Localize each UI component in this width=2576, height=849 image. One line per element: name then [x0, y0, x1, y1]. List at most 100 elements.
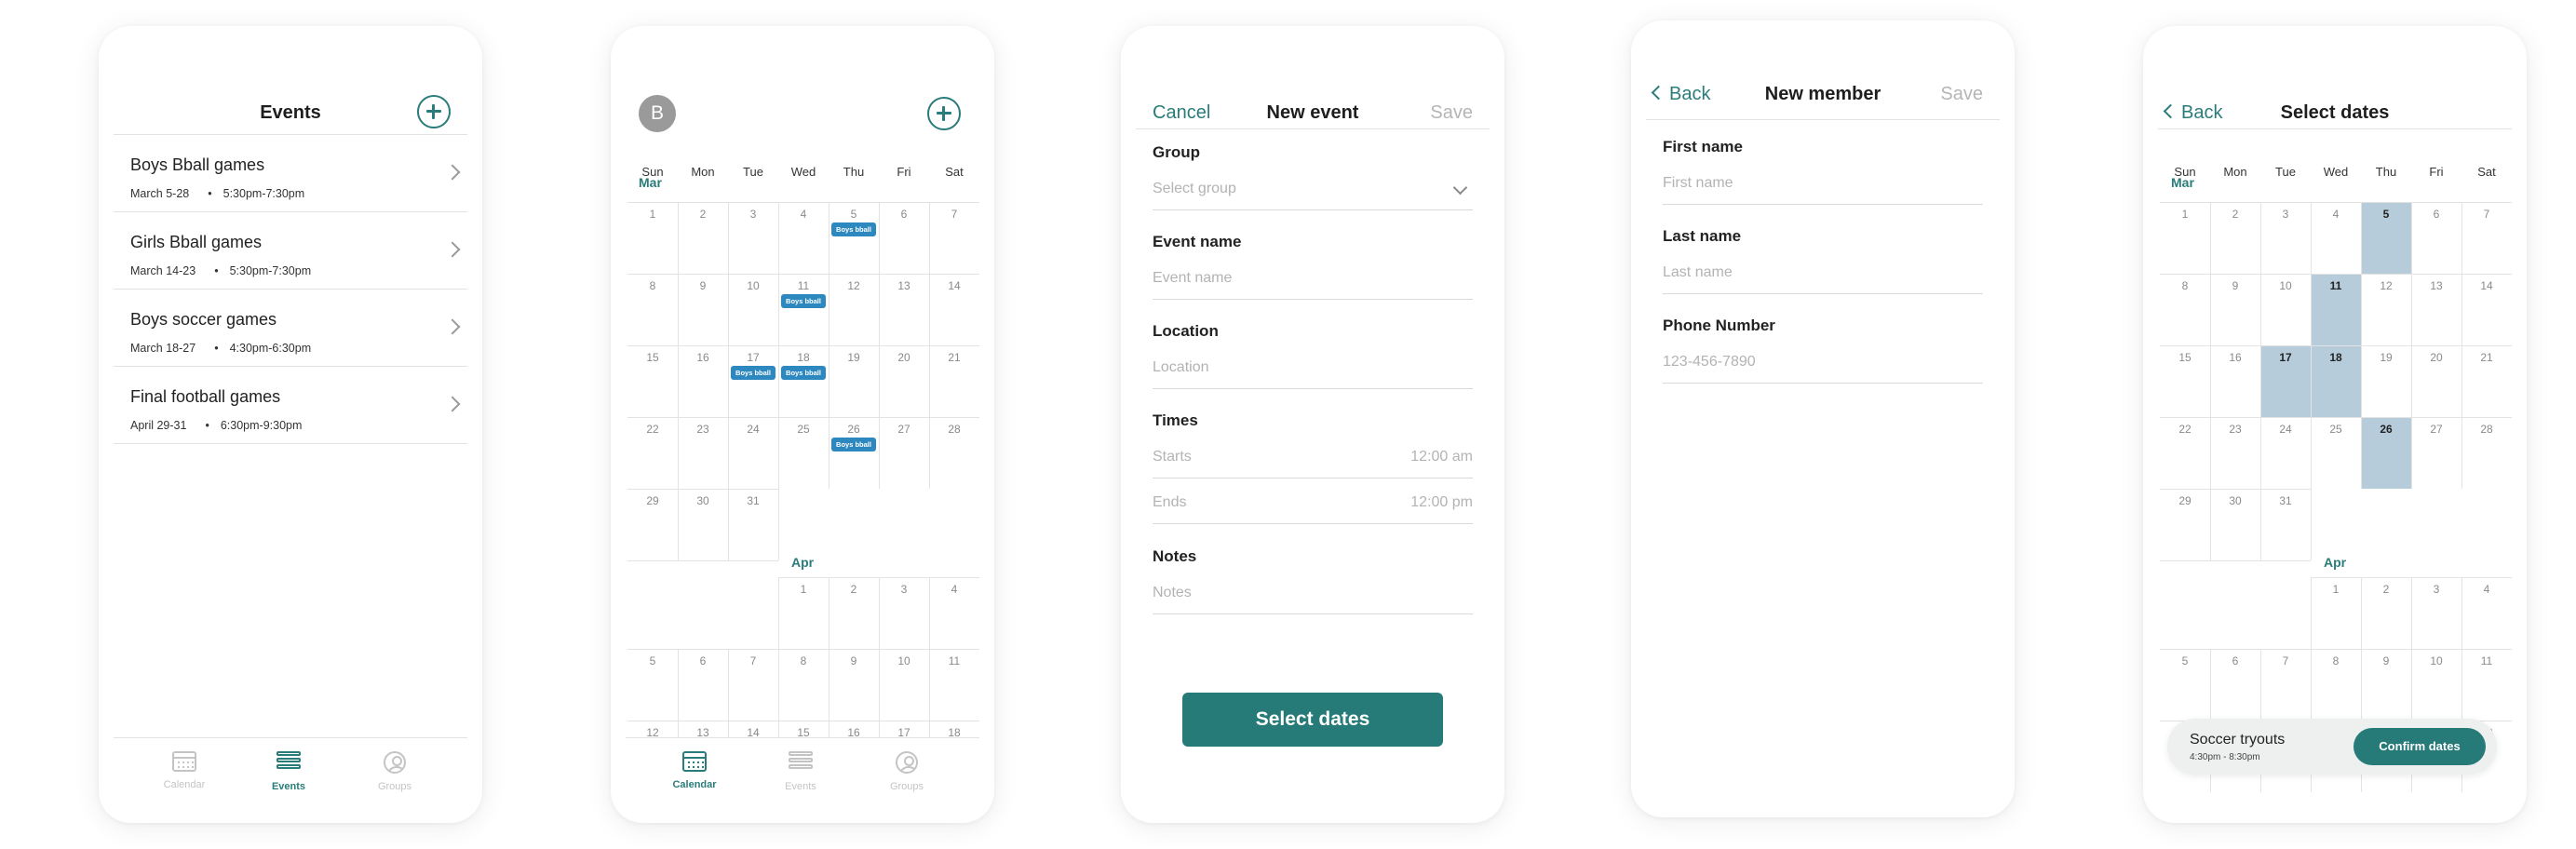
- day-cell[interactable]: 10: [728, 279, 778, 292]
- tab-calendar[interactable]: Calendar: [147, 748, 222, 790]
- day-cell[interactable]: 27: [879, 423, 929, 436]
- day-cell[interactable]: 10: [2260, 279, 2311, 292]
- day-cell[interactable]: 3: [879, 583, 929, 596]
- day-cell[interactable]: 7: [929, 208, 979, 221]
- day-cell[interactable]: 8: [627, 279, 678, 292]
- list-item[interactable]: Boys soccer games March 18-27 • 4:30pm-6:3…: [114, 290, 467, 367]
- day-cell[interactable]: 6: [2210, 654, 2260, 667]
- save-button[interactable]: Save: [1430, 102, 1473, 124]
- day-cell[interactable]: 16: [678, 351, 728, 364]
- day-cell[interactable]: 2: [829, 583, 879, 596]
- day-cell[interactable]: 3: [2260, 208, 2311, 221]
- day-cell[interactable]: 10: [2411, 654, 2461, 667]
- day-cell[interactable]: 7: [2461, 208, 2512, 221]
- day-cell[interactable]: 7: [728, 654, 778, 667]
- day-cell[interactable]: 5: [2361, 208, 2411, 221]
- day-cell[interactable]: 24: [2260, 423, 2311, 436]
- tab-calendar[interactable]: Calendar: [657, 748, 732, 790]
- day-cell[interactable]: 16: [2210, 351, 2260, 364]
- day-cell[interactable]: 4: [2311, 208, 2361, 221]
- event-chip[interactable]: Boys bball: [731, 366, 775, 380]
- day-cell[interactable]: 18: [778, 351, 829, 364]
- day-cell[interactable]: 23: [2210, 423, 2260, 436]
- day-cell[interactable]: 5: [829, 208, 879, 221]
- day-cell[interactable]: 4: [778, 208, 829, 221]
- day-cell[interactable]: 11: [929, 654, 979, 667]
- day-cell[interactable]: 21: [2461, 351, 2512, 364]
- day-cell[interactable]: 8: [2160, 279, 2210, 292]
- day-cell[interactable]: 18: [2311, 351, 2361, 364]
- last-name-field[interactable]: Last name: [1663, 264, 1983, 294]
- location-field[interactable]: Location: [1153, 359, 1473, 389]
- day-cell[interactable]: 9: [2210, 279, 2260, 292]
- day-cell[interactable]: 4: [929, 583, 979, 596]
- day-cell[interactable]: 28: [929, 423, 979, 436]
- day-cell[interactable]: 6: [2411, 208, 2461, 221]
- event-chip[interactable]: Boys bball: [781, 366, 826, 380]
- tab-groups[interactable]: Groups: [357, 748, 432, 792]
- day-cell[interactable]: 24: [728, 423, 778, 436]
- day-cell[interactable]: 11: [778, 279, 829, 292]
- day-cell[interactable]: 1: [2311, 583, 2361, 596]
- event-chip[interactable]: Boys bball: [781, 294, 826, 308]
- day-cell[interactable]: 31: [728, 494, 778, 507]
- day-cell[interactable]: 19: [2361, 351, 2411, 364]
- day-cell[interactable]: 29: [2160, 494, 2210, 507]
- day-cell[interactable]: 17: [728, 351, 778, 364]
- group-select[interactable]: Select group: [1153, 180, 1473, 210]
- day-cell[interactable]: 17: [2260, 351, 2311, 364]
- day-cell[interactable]: 11: [2311, 279, 2361, 292]
- day-cell[interactable]: 26: [829, 423, 879, 436]
- day-cell[interactable]: 4: [2461, 583, 2512, 596]
- tab-groups[interactable]: Groups: [870, 748, 944, 792]
- tab-events[interactable]: Events: [763, 748, 838, 792]
- day-cell[interactable]: 13: [879, 279, 929, 292]
- day-cell[interactable]: 27: [2411, 423, 2461, 436]
- list-item[interactable]: Boys Bball games March 5-28 • 5:30pm-7:30p…: [114, 135, 467, 212]
- event-chip[interactable]: Boys bball: [831, 222, 876, 236]
- day-cell[interactable]: 28: [2461, 423, 2512, 436]
- day-cell[interactable]: 6: [678, 654, 728, 667]
- day-cell[interactable]: 19: [829, 351, 879, 364]
- day-cell[interactable]: 11: [2461, 654, 2512, 667]
- day-cell[interactable]: 30: [2210, 494, 2260, 507]
- day-cell[interactable]: 21: [929, 351, 979, 364]
- save-button[interactable]: Save: [1940, 84, 1983, 105]
- day-cell[interactable]: 8: [778, 654, 829, 667]
- day-cell[interactable]: 13: [2411, 279, 2461, 292]
- add-event-icon[interactable]: [927, 97, 961, 130]
- tab-events[interactable]: Events: [251, 748, 326, 792]
- day-cell[interactable]: 14: [2461, 279, 2512, 292]
- add-event-icon[interactable]: [417, 95, 451, 128]
- day-cell[interactable]: 22: [2160, 423, 2210, 436]
- day-cell[interactable]: 30: [678, 494, 728, 507]
- day-cell[interactable]: 7: [2260, 654, 2311, 667]
- day-cell[interactable]: 1: [778, 583, 829, 596]
- starts-field[interactable]: Starts 12:00 am: [1153, 449, 1473, 478]
- ends-field[interactable]: Ends 12:00 pm: [1153, 494, 1473, 524]
- day-cell[interactable]: 20: [2411, 351, 2461, 364]
- day-cell[interactable]: 26: [2361, 423, 2411, 436]
- day-cell[interactable]: 9: [829, 654, 879, 667]
- event-name-field[interactable]: Event name: [1153, 270, 1473, 300]
- confirm-dates-button[interactable]: Confirm dates: [2353, 728, 2486, 765]
- select-dates-button[interactable]: Select dates: [1182, 693, 1443, 747]
- day-cell[interactable]: 14: [929, 279, 979, 292]
- day-cell[interactable]: 5: [627, 654, 678, 667]
- day-cell[interactable]: 15: [2160, 351, 2210, 364]
- list-item[interactable]: Girls Bball games March 14-23 • 5:30pm-7:3…: [114, 212, 467, 290]
- avatar[interactable]: B: [639, 95, 676, 132]
- day-cell[interactable]: 2: [678, 208, 728, 221]
- day-cell[interactable]: 9: [2361, 654, 2411, 667]
- day-cell[interactable]: 23: [678, 423, 728, 436]
- day-cell[interactable]: 12: [2361, 279, 2411, 292]
- day-cell[interactable]: 12: [829, 279, 879, 292]
- list-item[interactable]: Final football games April 29-31 • 6:30pm-…: [114, 367, 467, 444]
- event-chip[interactable]: Boys bball: [831, 438, 876, 451]
- day-cell[interactable]: 8: [2311, 654, 2361, 667]
- day-cell[interactable]: 2: [2210, 208, 2260, 221]
- day-cell[interactable]: 31: [2260, 494, 2311, 507]
- day-cell[interactable]: 20: [879, 351, 929, 364]
- day-cell[interactable]: 3: [2411, 583, 2461, 596]
- day-cell[interactable]: 15: [627, 351, 678, 364]
